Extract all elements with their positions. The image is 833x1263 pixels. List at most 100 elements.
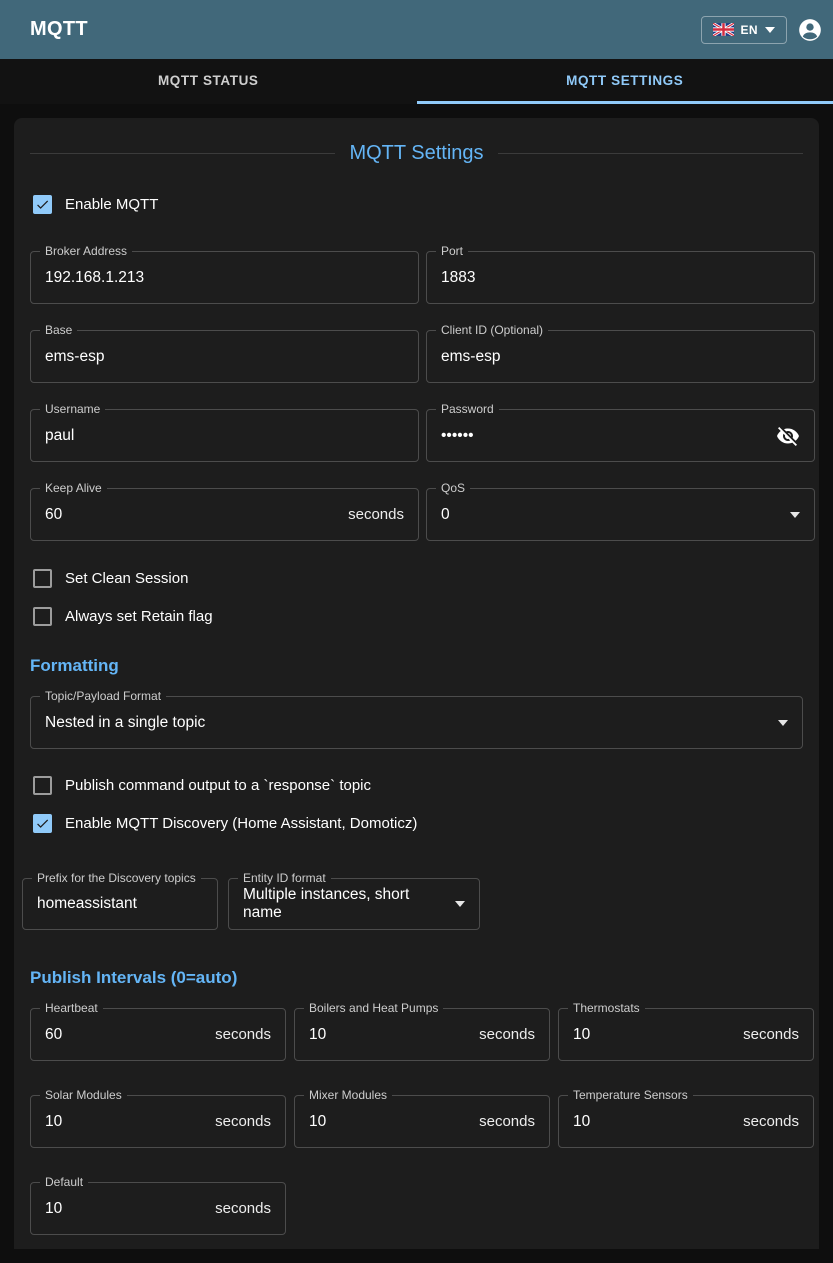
keep-alive-field[interactable]: Keep Alive 60 seconds <box>30 488 419 541</box>
default-suffix: seconds <box>215 1200 271 1217</box>
topic-format-row: Topic/Payload Format Nested in a single … <box>30 696 803 749</box>
grid-spacer <box>558 1182 814 1235</box>
thermostats-suffix: seconds <box>743 1026 799 1043</box>
dropdown-arrow-icon <box>778 720 788 726</box>
tab-mqtt-status[interactable]: MQTT STATUS <box>0 59 417 104</box>
default-value: 10 <box>45 1200 62 1218</box>
enable-mqtt-row[interactable]: Enable MQTT <box>33 195 819 214</box>
thermostats-interval-field[interactable]: Thermostats 10 seconds <box>558 1008 814 1061</box>
heartbeat-interval-field[interactable]: Heartbeat 60 seconds <box>30 1008 286 1061</box>
account-avatar-icon[interactable] <box>797 17 823 43</box>
password-field[interactable]: Password •••••• <box>426 409 815 462</box>
boilers-label: Boilers and Heat Pumps <box>304 1001 443 1015</box>
solar-label: Solar Modules <box>40 1088 127 1102</box>
password-label: Password <box>436 402 499 416</box>
settings-section-title: MQTT Settings <box>30 142 803 165</box>
username-field[interactable]: Username paul <box>30 409 419 462</box>
mixer-suffix: seconds <box>479 1113 535 1130</box>
thermostats-label: Thermostats <box>568 1001 645 1015</box>
app-bar: MQTT EN <box>0 0 833 59</box>
discovery-prefix-field[interactable]: Prefix for the Discovery topics homeassi… <box>22 878 218 930</box>
mqtt-discovery-row[interactable]: Enable MQTT Discovery (Home Assistant, D… <box>33 814 819 833</box>
solar-interval-field[interactable]: Solar Modules 10 seconds <box>30 1095 286 1148</box>
mqtt-discovery-checkbox[interactable] <box>33 814 52 833</box>
solar-suffix: seconds <box>215 1113 271 1130</box>
username-value: paul <box>45 427 74 445</box>
entity-id-format-label: Entity ID format <box>238 871 331 885</box>
enable-mqtt-label: Enable MQTT <box>65 196 158 213</box>
discovery-fields-row: Prefix for the Discovery topics homeassi… <box>22 878 819 930</box>
topic-format-select[interactable]: Topic/Payload Format Nested in a single … <box>30 696 803 749</box>
divider <box>30 153 335 154</box>
mixer-label: Mixer Modules <box>304 1088 392 1102</box>
base-field[interactable]: Base ems-esp <box>30 330 419 383</box>
page-title: MQTT <box>30 18 88 41</box>
entity-id-format-select[interactable]: Entity ID format Multiple instances, sho… <box>228 878 480 930</box>
settings-heading: MQTT Settings <box>335 142 497 165</box>
settings-panel: MQTT Settings Enable MQTT Broker Address… <box>14 118 819 1249</box>
base-value: ems-esp <box>45 348 104 366</box>
topic-format-label: Topic/Payload Format <box>40 689 166 703</box>
response-topic-row[interactable]: Publish command output to a `response` t… <box>33 776 819 795</box>
tab-bar: MQTT STATUS MQTT SETTINGS <box>0 59 833 104</box>
mqtt-discovery-label: Enable MQTT Discovery (Home Assistant, D… <box>65 815 417 832</box>
intervals-grid: Heartbeat 60 seconds Boilers and Heat Pu… <box>14 1008 819 1235</box>
temperature-sensors-value: 10 <box>573 1113 590 1131</box>
entity-id-format-value: Multiple instances, short name <box>243 886 441 922</box>
temperature-sensors-label: Temperature Sensors <box>568 1088 693 1102</box>
discovery-prefix-value: homeassistant <box>37 895 137 913</box>
broker-address-value: 192.168.1.213 <box>45 269 144 287</box>
username-label: Username <box>40 402 105 416</box>
retain-flag-row[interactable]: Always set Retain flag <box>33 607 819 626</box>
password-value: •••••• <box>441 427 474 445</box>
language-label: EN <box>741 23 758 37</box>
boilers-suffix: seconds <box>479 1026 535 1043</box>
visibility-off-icon[interactable] <box>776 424 800 448</box>
dropdown-arrow-icon <box>790 512 800 518</box>
language-selector-button[interactable]: EN <box>701 16 787 44</box>
response-topic-checkbox[interactable] <box>33 776 52 795</box>
port-field[interactable]: Port 1883 <box>426 251 815 304</box>
divider <box>498 153 803 154</box>
port-label: Port <box>436 244 468 258</box>
client-id-field[interactable]: Client ID (Optional) ems-esp <box>426 330 815 383</box>
check-icon <box>35 197 50 212</box>
keep-alive-value: 60 <box>45 506 62 524</box>
thermostats-value: 10 <box>573 1026 590 1044</box>
heartbeat-suffix: seconds <box>215 1026 271 1043</box>
uk-flag-icon <box>713 23 734 36</box>
boilers-value: 10 <box>309 1026 326 1044</box>
temperature-sensors-interval-field[interactable]: Temperature Sensors 10 seconds <box>558 1095 814 1148</box>
default-label: Default <box>40 1175 88 1189</box>
qos-label: QoS <box>436 481 470 495</box>
clean-session-row[interactable]: Set Clean Session <box>33 569 819 588</box>
heartbeat-label: Heartbeat <box>40 1001 103 1015</box>
retain-flag-label: Always set Retain flag <box>65 608 213 625</box>
default-interval-field[interactable]: Default 10 seconds <box>30 1182 286 1235</box>
clean-session-label: Set Clean Session <box>65 570 188 587</box>
enable-mqtt-checkbox[interactable] <box>33 195 52 214</box>
boilers-interval-field[interactable]: Boilers and Heat Pumps 10 seconds <box>294 1008 550 1061</box>
mixer-interval-field[interactable]: Mixer Modules 10 seconds <box>294 1095 550 1148</box>
app-bar-actions: EN <box>701 16 823 44</box>
solar-value: 10 <box>45 1113 62 1131</box>
keep-alive-suffix: seconds <box>348 506 404 523</box>
clean-session-checkbox[interactable] <box>33 569 52 588</box>
discovery-prefix-label: Prefix for the Discovery topics <box>32 871 201 885</box>
client-id-label: Client ID (Optional) <box>436 323 548 337</box>
broker-address-label: Broker Address <box>40 244 132 258</box>
publish-intervals-heading: Publish Intervals (0=auto) <box>30 968 803 988</box>
temperature-sensors-suffix: seconds <box>743 1113 799 1130</box>
qos-select[interactable]: QoS 0 <box>426 488 815 541</box>
port-value: 1883 <box>441 269 475 287</box>
topic-format-value: Nested in a single topic <box>45 714 205 732</box>
retain-flag-checkbox[interactable] <box>33 607 52 626</box>
check-icon <box>35 816 50 831</box>
tab-mqtt-settings[interactable]: MQTT SETTINGS <box>417 59 833 104</box>
formatting-heading: Formatting <box>30 656 803 676</box>
broker-address-field[interactable]: Broker Address 192.168.1.213 <box>30 251 419 304</box>
chevron-down-icon <box>765 27 775 33</box>
response-topic-label: Publish command output to a `response` t… <box>65 777 371 794</box>
base-label: Base <box>40 323 77 337</box>
qos-value: 0 <box>441 506 450 524</box>
